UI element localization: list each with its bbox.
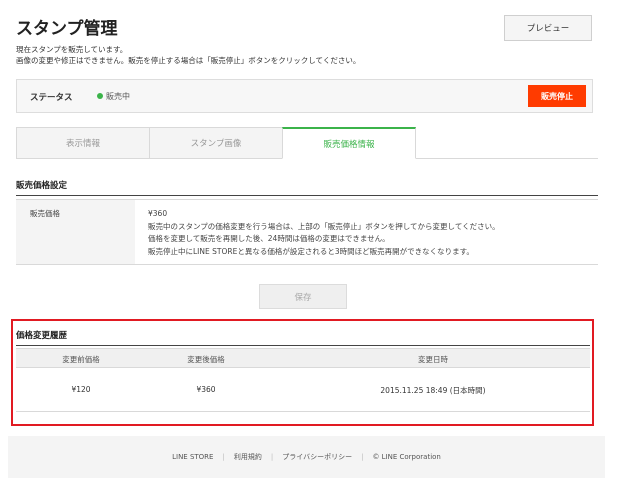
tab-display-info[interactable]: 表示情報	[16, 127, 150, 159]
status-label: ステータス	[30, 93, 73, 103]
price-settings-table: 販売価格 ¥360 販売中のスタンプの価格変更を行う場合は、上部の「販売停止」ボ…	[16, 199, 598, 265]
price-settings-title: 販売価格設定	[16, 181, 68, 191]
footer-copyright: © LINE Corporation	[372, 453, 441, 461]
footer-separator: |	[361, 453, 364, 461]
save-button[interactable]: 保存	[259, 284, 347, 309]
before-price-cell: ¥120	[71, 385, 91, 394]
status-dot-icon	[97, 93, 103, 99]
price-value: ¥360	[148, 209, 168, 218]
after-price-cell: ¥360	[196, 385, 216, 394]
column-header-changed-at: 変更日時	[418, 355, 448, 364]
footer-link-terms[interactable]: 利用規約	[234, 452, 262, 462]
price-row-label: 販売価格	[16, 200, 135, 264]
footer-link-line-store[interactable]: LINE STORE	[172, 453, 213, 461]
tab-sticker-images[interactable]: スタンプ画像	[149, 127, 283, 159]
footer-separator: |	[270, 453, 274, 461]
column-header-before-price: 変更前価格	[62, 355, 100, 364]
preview-button[interactable]: プレビュー	[504, 15, 592, 41]
history-table-header: 変更前価格 変更後価格 変更日時	[16, 348, 590, 368]
tab-price-info[interactable]: 販売価格情報	[282, 127, 416, 159]
section-divider	[16, 345, 590, 346]
intro-line: 現在スタンプを販売しています。	[16, 45, 128, 54]
price-note: 価格を変更して販売を再開した後、24時間は価格の変更はできません。	[148, 234, 390, 243]
table-row: ¥120 ¥360 2015.11.25 18:49 (日本時間)	[16, 368, 590, 412]
column-header-after-price: 変更後価格	[187, 355, 225, 364]
tab-bar: 表示情報 スタンプ画像 販売価格情報	[16, 127, 598, 159]
price-note: 販売中のスタンプの価格変更を行う場合は、上部の「販売停止」ボタンを押してから変更…	[148, 221, 500, 231]
intro-line: 画像の変更や修正はできません。販売を停止する場合は「販売停止」ボタンをクリックし…	[16, 56, 361, 65]
page-title: スタンプ管理	[16, 19, 118, 39]
intro-text: 現在スタンプを販売しています。 画像の変更や修正はできません。販売を停止する場合…	[16, 44, 360, 66]
changed-at-cell: 2015.11.25 18:49 (日本時間)	[380, 386, 486, 395]
price-note: 販売停止中にLINE STOREと異なる価格が設定されると3時間ほど販売再開がで…	[148, 246, 474, 256]
price-history-title: 価格変更履歴	[16, 331, 68, 341]
stop-sales-button[interactable]: 販売停止	[528, 85, 586, 107]
footer-separator: |	[222, 453, 225, 461]
footer: LINE STORE | 利用規約 | プライバシーポリシー | © LINE …	[8, 436, 605, 478]
status-value: 販売中	[106, 92, 130, 101]
status-bar: ステータス 販売中 販売停止	[16, 79, 593, 113]
section-divider	[16, 195, 598, 196]
footer-link-privacy[interactable]: プライバシーポリシー	[282, 452, 352, 462]
price-row-body: ¥360 販売中のスタンプの価格変更を行う場合は、上部の「販売停止」ボタンを押し…	[148, 208, 500, 258]
